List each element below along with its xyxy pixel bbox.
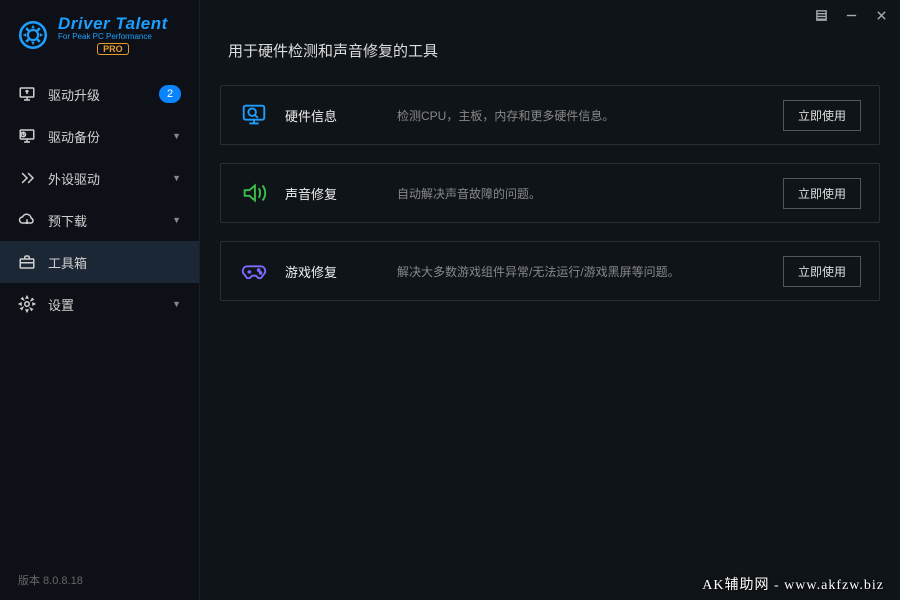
tool-desc: 检测CPU，主板，内存和更多硬件信息。 xyxy=(397,107,767,124)
sidebar-item-label: 设置 xyxy=(48,295,74,314)
chevron-down-icon: ▼ xyxy=(172,299,181,309)
logo-text: Driver Talent For Peak PC Performance PR… xyxy=(58,14,168,55)
nav: 驱动升级 2 驱动备份 ▼ 外设驱动 ▼ xyxy=(0,73,199,325)
tool-name: 声音修复 xyxy=(285,184,381,203)
chevron-down-icon: ▼ xyxy=(172,173,181,183)
gear-icon xyxy=(18,295,36,313)
logo-gear-icon xyxy=(16,18,50,52)
watermark: AK辅助网 - www.akfzw.biz xyxy=(702,574,884,594)
brand-subtitle: For Peak PC Performance xyxy=(58,32,168,41)
sidebar-item-settings[interactable]: 设置 ▼ xyxy=(0,283,199,325)
sidebar-item-peripherals[interactable]: 外设驱动 ▼ xyxy=(0,157,199,199)
monitor-up-icon xyxy=(18,85,36,103)
tool-card-sound-repair: 声音修复 自动解决声音故障的问题。 立即使用 xyxy=(220,163,880,223)
sidebar-item-label: 驱动备份 xyxy=(48,127,100,146)
game-repair-icon xyxy=(239,256,269,286)
update-count-badge: 2 xyxy=(159,85,181,103)
tool-name: 游戏修复 xyxy=(285,262,381,281)
main-content: 用于硬件检测和声音修复的工具 硬件信息 检测CPU，主板，内存和更多硬件信息。 … xyxy=(200,0,900,600)
usb-icon xyxy=(18,169,36,187)
tool-card-game-repair: 游戏修复 解决大多数游戏组件异常/无法运行/游戏黑屏等问题。 立即使用 xyxy=(220,241,880,301)
version-label: 版本 8.0.8.18 xyxy=(0,560,199,600)
brand-title: Driver Talent xyxy=(58,14,168,34)
toolbox-icon xyxy=(18,253,36,271)
use-now-button[interactable]: 立即使用 xyxy=(783,178,861,209)
titlebar-actions xyxy=(814,8,888,22)
sidebar-item-label: 外设驱动 xyxy=(48,169,100,188)
sidebar-item-label: 工具箱 xyxy=(48,253,87,272)
cloud-download-icon xyxy=(18,211,36,229)
brand-pro-badge: PRO xyxy=(97,43,129,55)
close-button[interactable] xyxy=(874,8,888,22)
tool-card-hardware-info: 硬件信息 检测CPU，主板，内存和更多硬件信息。 立即使用 xyxy=(220,85,880,145)
tool-desc: 自动解决声音故障的问题。 xyxy=(397,185,767,202)
clock-monitor-icon xyxy=(18,127,36,145)
sidebar: Driver Talent For Peak PC Performance PR… xyxy=(0,0,200,600)
sound-repair-icon xyxy=(239,178,269,208)
use-now-button[interactable]: 立即使用 xyxy=(783,100,861,131)
minimize-button[interactable] xyxy=(844,8,858,22)
use-now-button[interactable]: 立即使用 xyxy=(783,256,861,287)
sidebar-item-driver-upgrade[interactable]: 驱动升级 2 xyxy=(0,73,199,115)
sidebar-item-label: 驱动升级 xyxy=(48,85,100,104)
sidebar-item-label: 预下载 xyxy=(48,211,87,230)
tool-name: 硬件信息 xyxy=(285,106,381,125)
chevron-down-icon: ▼ xyxy=(172,215,181,225)
sidebar-item-toolbox[interactable]: 工具箱 xyxy=(0,241,199,283)
menu-icon[interactable] xyxy=(814,8,828,22)
sidebar-item-predownload[interactable]: 预下载 ▼ xyxy=(0,199,199,241)
page-title: 用于硬件检测和声音修复的工具 xyxy=(200,0,900,85)
logo-area: Driver Talent For Peak PC Performance PR… xyxy=(0,0,199,73)
sidebar-item-driver-backup[interactable]: 驱动备份 ▼ xyxy=(0,115,199,157)
tool-desc: 解决大多数游戏组件异常/无法运行/游戏黑屏等问题。 xyxy=(397,263,767,280)
chevron-down-icon: ▼ xyxy=(172,131,181,141)
hardware-info-icon xyxy=(239,100,269,130)
